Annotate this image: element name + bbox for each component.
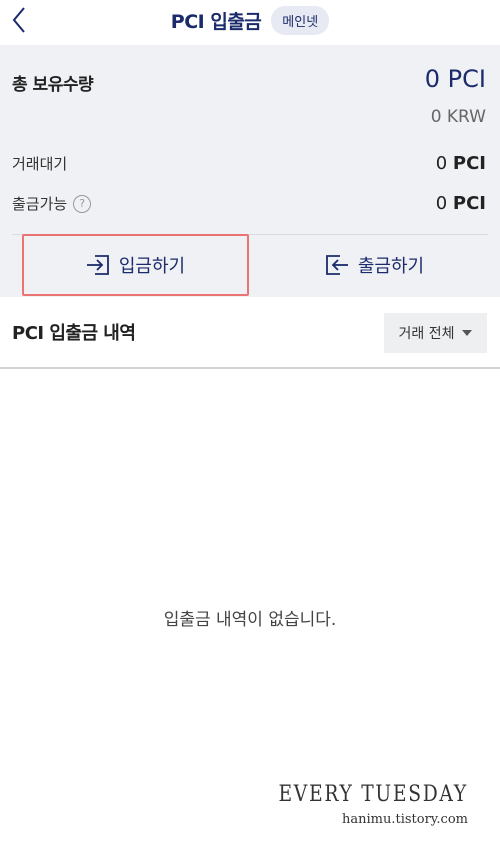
top-bar: PCI 입출금 메인넷 [0,0,500,45]
help-icon[interactable]: ? [73,194,92,213]
withdraw-icon [325,255,348,275]
withdrawable-label-row: 출금가능 ? [12,193,92,214]
deposit-button[interactable]: 입금하기 [22,235,248,295]
withdraw-label: 출금하기 [357,256,425,277]
pending-number: 0 [435,153,448,174]
pending-unit: PCI [452,153,486,174]
history-filter-label: 거래 전체 [398,326,455,342]
history-divider [0,367,500,369]
total-holdings-label: 총 보유수량 [12,75,94,95]
watermark-title: EVERY TUESDAY [278,782,468,807]
withdrawable-unit: PCI [452,193,486,214]
network-badge[interactable]: 메인넷 [271,6,330,35]
pending-value: 0 PCI [436,153,486,174]
watermark-url: hanimu.tistory.com [342,812,468,827]
caret-down-icon [462,330,473,336]
pending-label: 거래대기 [12,155,68,173]
withdrawable-label: 출금가능 [12,195,68,213]
history-title: PCI 입출금 내역 [12,323,136,344]
total-holdings-krw: 0 KRW [430,107,486,127]
deposit-icon [86,255,109,275]
total-holdings-amount: 0 PCI [424,65,486,93]
withdrawable-value: 0 PCI [436,193,486,214]
empty-history-message: 입출금 내역이 없습니다. [163,610,337,630]
history-filter-dropdown[interactable]: 거래 전체 [384,313,487,353]
deposit-label: 입금하기 [118,256,186,277]
page-title: PCI 입출금 [170,11,262,33]
header-title-group: PCI 입출금 메인넷 [0,6,500,35]
pending-label-row: 거래대기 [12,153,67,174]
withdrawable-number: 0 [435,193,448,214]
balance-summary: 총 보유수량 0 PCI 0 KRW 거래대기 0 PCI 출금가능 ? 0 P… [0,45,500,297]
withdraw-button[interactable]: 출금하기 [274,235,474,295]
